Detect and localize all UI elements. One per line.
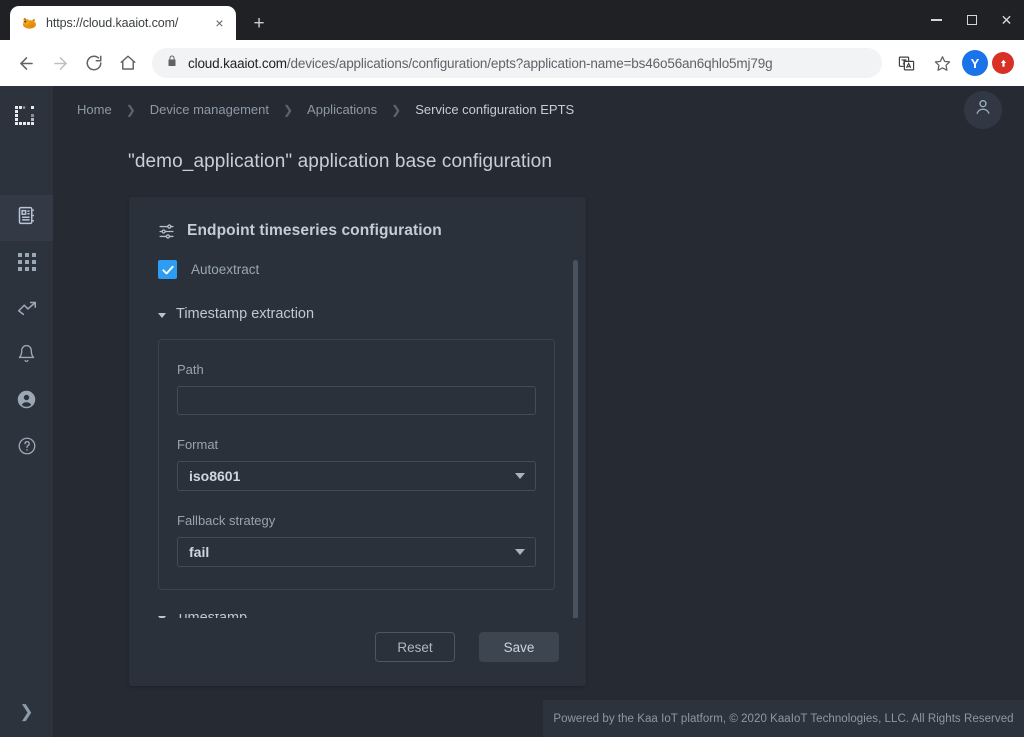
card-scroll-area: Autoextract Timestamp extraction Path Fo… <box>129 260 586 618</box>
tab-strip: https://cloud.kaaiot.com/ × + ✕ <box>0 0 1024 40</box>
save-button[interactable]: Save <box>479 632 559 662</box>
breadcrumb-item-applications[interactable]: Applications <box>306 102 378 117</box>
bell-icon <box>17 344 36 368</box>
user-avatar[interactable] <box>964 90 1002 129</box>
window-maximize-button[interactable] <box>954 0 989 40</box>
field-path: Path <box>177 362 536 415</box>
field-format: Format iso8601 <box>177 437 536 491</box>
device-chip-icon <box>16 205 37 231</box>
window-close-button[interactable]: ✕ <box>989 0 1024 40</box>
toolbar-right-actions: Y <box>890 47 1014 79</box>
extension-icon[interactable] <box>992 52 1014 74</box>
url-path: /devices/applications/configuration/epts… <box>286 55 773 71</box>
format-select[interactable]: iso8601 <box>177 461 536 491</box>
card-header-title: Endpoint timeseries configuration <box>187 222 442 239</box>
autoextract-row: Autoextract <box>158 260 586 279</box>
back-button[interactable] <box>10 47 42 79</box>
chevron-down-icon <box>158 615 166 618</box>
path-input[interactable] <box>177 386 536 415</box>
window-controls: ✕ <box>919 0 1024 40</box>
person-icon <box>973 97 993 122</box>
field-fallback-strategy: Fallback strategy fail <box>177 513 536 567</box>
chevron-down-icon <box>515 473 525 479</box>
breadcrumb: Home ❯ Device management ❯ Applications … <box>76 102 964 117</box>
breadcrumb-separator: ❯ <box>282 102 294 117</box>
breadcrumb-separator: ❯ <box>125 102 136 117</box>
format-label: Format <box>177 437 219 452</box>
configuration-card: Endpoint timeseries configuration Autoex… <box>129 197 586 686</box>
chevron-down-icon <box>158 312 166 318</box>
browser-profile-avatar[interactable]: Y <box>962 50 988 76</box>
tab-close-icon[interactable]: × <box>211 15 228 32</box>
footer-text: Powered by the Kaa IoT platform, © 2020 … <box>553 712 1014 725</box>
sidebar-item-account[interactable] <box>0 379 53 425</box>
tab-title: https://cloud.kaaiot.com/ <box>46 16 179 30</box>
app-content: Home ❯ Device management ❯ Applications … <box>53 86 1024 737</box>
analytics-trend-icon <box>16 297 38 324</box>
sidebar-item-help[interactable] <box>0 425 53 471</box>
clipped-section-title: Timestamp <box>176 614 247 618</box>
browser-window: https://cloud.kaaiot.com/ × + ✕ cloud.ka… <box>0 0 1024 737</box>
breadcrumb-item-device-management[interactable]: Device management <box>149 102 270 117</box>
new-tab-button[interactable]: + <box>245 9 273 37</box>
reload-button[interactable] <box>78 47 110 79</box>
browser-tab[interactable]: https://cloud.kaaiot.com/ × <box>10 6 236 40</box>
home-button[interactable] <box>112 47 144 79</box>
timestamp-extraction-title: Timestamp extraction <box>176 306 315 322</box>
sidebar-item-applications[interactable] <box>0 241 53 287</box>
address-bar[interactable]: cloud.kaaiot.com/devices/applications/co… <box>152 48 882 78</box>
app-topbar: Home ❯ Device management ❯ Applications … <box>53 86 1024 133</box>
kaa-logo[interactable] <box>0 86 53 150</box>
breadcrumb-item-service-configuration-epts: Service configuration EPTS <box>415 102 575 117</box>
sidebar-item-device-management[interactable] <box>0 195 53 241</box>
window-minimize-button[interactable] <box>919 0 954 40</box>
translate-icon[interactable] <box>890 47 922 79</box>
timestamp-extraction-toggle[interactable]: Timestamp extraction <box>158 306 586 322</box>
fallback-select-wrapper: fail <box>177 537 536 567</box>
breadcrumb-separator: ❯ <box>391 102 402 117</box>
app-footer: Powered by the Kaa IoT platform, © 2020 … <box>543 700 1024 737</box>
chevron-down-icon <box>515 549 525 555</box>
clipped-next-section[interactable]: Timestamp <box>158 614 586 618</box>
app-root: ❯ Home ❯ Device management ❯ Application… <box>0 86 1024 737</box>
autoextract-checkbox[interactable] <box>158 260 177 279</box>
person-circle-icon <box>16 389 37 415</box>
forward-button[interactable] <box>44 47 76 79</box>
kaa-logo-icon <box>14 105 40 131</box>
fallback-strategy-select-value: fail <box>189 544 210 560</box>
card-scrollbar[interactable] <box>573 260 578 618</box>
kaa-logo-favicon <box>21 15 38 32</box>
card-actions: Reset Save <box>129 618 586 686</box>
grid-apps-icon <box>17 252 36 276</box>
lock-icon <box>166 54 178 72</box>
app-sidebar: ❯ <box>0 86 53 737</box>
url-host: cloud.kaaiot.com <box>188 55 287 71</box>
reset-button[interactable]: Reset <box>375 632 455 662</box>
autoextract-label: Autoextract <box>191 262 260 277</box>
format-select-wrapper: iso8601 <box>177 461 536 491</box>
path-label: Path <box>177 362 204 377</box>
card-scrollbar-thumb[interactable] <box>573 260 578 618</box>
fallback-strategy-select[interactable]: fail <box>177 537 536 567</box>
sidebar-item-notifications[interactable] <box>0 333 53 379</box>
breadcrumb-item-home[interactable]: Home <box>76 102 113 117</box>
page-title: "demo_application" application base conf… <box>128 151 553 172</box>
timestamp-extraction-fieldset: Path Format iso8601 Fallback strategy fa… <box>158 339 555 590</box>
browser-toolbar: cloud.kaaiot.com/devices/applications/co… <box>0 40 1024 86</box>
format-select-value: iso8601 <box>189 468 241 484</box>
address-bar-url: cloud.kaaiot.com/devices/applications/co… <box>188 56 772 71</box>
sidebar-items <box>0 195 53 471</box>
tune-sliders-icon <box>158 223 175 240</box>
sidebar-expand-button[interactable]: ❯ <box>0 695 53 729</box>
fallback-strategy-label: Fallback strategy <box>177 513 276 528</box>
question-circle-icon <box>17 436 37 461</box>
bookmark-star-icon[interactable] <box>926 47 958 79</box>
sidebar-item-analytics[interactable] <box>0 287 53 333</box>
card-header: Endpoint timeseries configuration <box>129 197 586 240</box>
